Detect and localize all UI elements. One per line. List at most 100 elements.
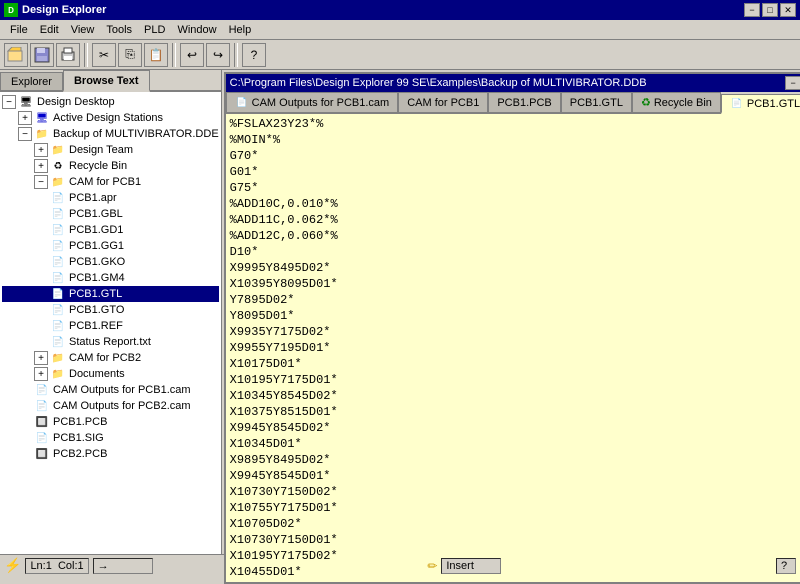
arrow-status: → (93, 558, 153, 574)
menu-view[interactable]: View (65, 22, 101, 38)
expand-icon[interactable]: − (34, 175, 48, 189)
undo-button[interactable]: ↩ (180, 43, 204, 67)
doc-minimize-button[interactable]: − (785, 76, 800, 90)
tree-node-label: CAM Outputs for PCB1.cam (53, 384, 191, 396)
file-icon: 📄 (50, 222, 66, 238)
list-item[interactable]: 📄 PCB1.GTL (2, 286, 219, 302)
cam-tab-icon: 📄 (235, 97, 249, 109)
menu-help[interactable]: Help (223, 22, 258, 38)
minimize-button[interactable]: − (744, 3, 760, 17)
list-item[interactable]: 🔲 PCB1.PCB (2, 414, 219, 430)
print-button[interactable] (56, 43, 80, 67)
doc-tab-pcb1-gtl[interactable]: PCB1.GTL (561, 92, 632, 112)
doc-tab-cam-pcb1[interactable]: CAM for PCB1 (398, 92, 488, 112)
help-button-status[interactable]: ? (781, 560, 787, 572)
expand-icon[interactable]: − (18, 127, 32, 141)
list-item[interactable]: 📄 PCB1.REF (2, 318, 219, 334)
tree-node-label: PCB1.SIG (53, 432, 104, 444)
list-item[interactable]: 📄 CAM Outputs for PCB1.cam (2, 382, 219, 398)
list-item[interactable]: 📄 PCB1.GTO (2, 302, 219, 318)
expand-icon[interactable]: + (34, 351, 48, 365)
list-item[interactable]: 📄 Status Report.txt (2, 334, 219, 350)
menu-file[interactable]: File (4, 22, 34, 38)
col-number: Col:1 (58, 560, 84, 572)
help-status[interactable]: ? (776, 558, 796, 574)
expand-icon[interactable]: + (18, 111, 32, 125)
tree-node-label: Backup of MULTIVIBRATOR.DDE (53, 128, 219, 140)
open-button[interactable] (4, 43, 28, 67)
right-panel: C:\Program Files\Design Explorer 99 SE\E… (222, 70, 800, 554)
station-icon: 🖥 (34, 110, 50, 126)
text-line: D10* (230, 244, 800, 260)
menu-tools[interactable]: Tools (100, 22, 138, 38)
list-item[interactable]: + ♻ Recycle Bin (2, 158, 219, 174)
list-item[interactable]: − 📁 CAM for PCB1 (2, 174, 219, 190)
list-item[interactable]: + 🖥 Active Design Stations (2, 110, 219, 126)
list-item[interactable]: − 🖥 Design Desktop (2, 94, 219, 110)
expand-icon[interactable]: + (34, 367, 48, 381)
folder-icon: 📁 (50, 350, 66, 366)
file-icon: 📄 (50, 254, 66, 270)
pcb-icon: 🔲 (34, 446, 50, 462)
text-line: X9895Y8495D02* (230, 452, 800, 468)
text-line: %ADD12C,0.060*% (230, 228, 800, 244)
text-line: X10455D01* (230, 564, 800, 580)
help-button[interactable]: ? (242, 43, 266, 67)
expand-icon[interactable]: − (2, 95, 16, 109)
text-line: X9995Y8495D02* (230, 260, 800, 276)
doc-tab-pcb1-pcb[interactable]: PCB1.PCB (488, 92, 560, 112)
text-line: Y7895D02* (230, 292, 800, 308)
expand-icon[interactable]: + (34, 143, 48, 157)
doc-tab-recycle-bin[interactable]: ♻ Recycle Bin (632, 92, 721, 112)
file-icon: 📄 (50, 286, 66, 302)
tree-node-label: Recycle Bin (69, 160, 127, 172)
file-icon: 📄 (34, 382, 50, 398)
copy-button[interactable]: ⎘ (118, 43, 142, 67)
text-line: %MOIN*% (230, 132, 800, 148)
close-button[interactable]: ✕ (780, 3, 796, 17)
list-item[interactable]: 📄 PCB1.SIG (2, 430, 219, 446)
cut-button[interactable]: ✂ (92, 43, 116, 67)
save-button[interactable] (30, 43, 54, 67)
text-line: X10395Y8095D01* (230, 276, 800, 292)
pcb-icon: 🔲 (34, 414, 50, 430)
tab-explorer[interactable]: Explorer (0, 72, 63, 90)
tree-node-label: Design Desktop (37, 96, 115, 108)
text-line: %ADD11C,0.062*% (230, 212, 800, 228)
paste-button[interactable]: 📋 (144, 43, 168, 67)
title-bar: D Design Explorer − □ ✕ (0, 0, 800, 20)
folder-icon: 📁 (34, 126, 50, 142)
list-item[interactable]: − 📁 Backup of MULTIVIBRATOR.DDE (2, 126, 219, 142)
text-line: X9955Y7195D01* (230, 340, 800, 356)
expand-icon[interactable]: + (34, 159, 48, 173)
text-content[interactable]: %FSLAX23Y23*% %MOIN*% G70* G01* G75* %AD… (226, 114, 800, 582)
list-item[interactable]: 📄 PCB1.GM4 (2, 270, 219, 286)
menu-pld[interactable]: PLD (138, 22, 171, 38)
redo-button[interactable]: ↪ (206, 43, 230, 67)
list-item[interactable]: + 📁 Design Team (2, 142, 219, 158)
list-item[interactable]: 📄 PCB1.apr (2, 190, 219, 206)
menu-edit[interactable]: Edit (34, 22, 65, 38)
insert-status-icon: ✏ (427, 559, 437, 573)
file-icon: 📄 (50, 318, 66, 334)
tree-node-label: PCB1.GM4 (69, 272, 125, 284)
list-item[interactable]: 📄 PCB1.GBL (2, 206, 219, 222)
tree-view[interactable]: − 🖥 Design Desktop + 🖥 Active Design Sta… (0, 92, 221, 554)
list-item[interactable]: 📄 PCB1.GG1 (2, 238, 219, 254)
list-item[interactable]: 📄 PCB1.GKO (2, 254, 219, 270)
doc-tab-cam-outputs[interactable]: 📄 CAM Outputs for PCB1.cam (226, 92, 399, 112)
list-item[interactable]: 🔲 PCB2.PCB (2, 446, 219, 462)
maximize-button[interactable]: □ (762, 3, 778, 17)
tree-node-label: PCB1.apr (69, 192, 117, 204)
recycle-icon: ♻ (50, 158, 66, 174)
doc-tab-pcb1-gtl-active[interactable]: 📄 PCB1.GTL (721, 94, 800, 114)
menu-window[interactable]: Window (171, 22, 222, 38)
tree-node-label: CAM for PCB1 (69, 176, 141, 188)
tab-browse-text[interactable]: Browse Text (63, 70, 150, 92)
sep3 (234, 43, 238, 67)
list-item[interactable]: + 📁 Documents (2, 366, 219, 382)
file-icon: 📄 (50, 238, 66, 254)
list-item[interactable]: + 📁 CAM for PCB2 (2, 350, 219, 366)
list-item[interactable]: 📄 CAM Outputs for PCB2.cam (2, 398, 219, 414)
list-item[interactable]: 📄 PCB1.GD1 (2, 222, 219, 238)
